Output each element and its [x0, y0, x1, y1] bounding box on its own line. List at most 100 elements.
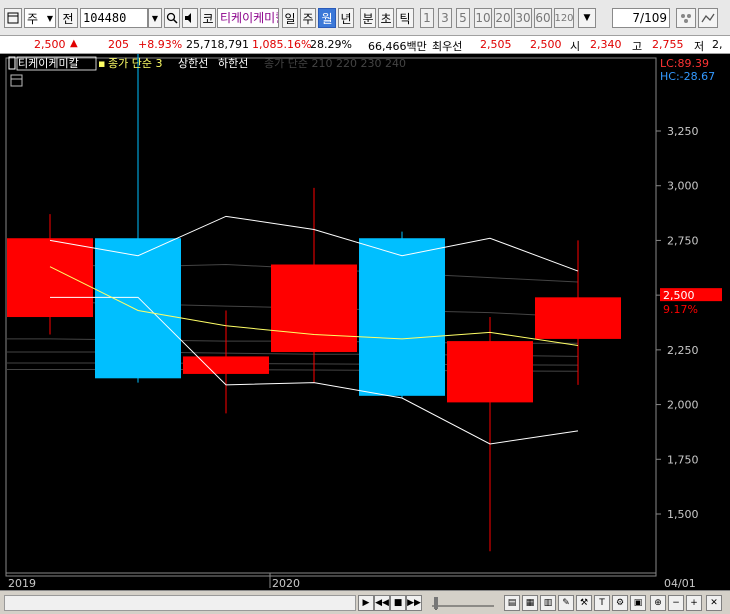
stock-code-input[interactable]: 104480 — [80, 8, 148, 28]
speaker-icon[interactable] — [182, 8, 198, 28]
lc-value: LC:89.39 — [660, 57, 709, 70]
legend-ma-label: 종가 단순 3 — [108, 57, 162, 70]
layout-icon[interactable]: ▦ — [522, 595, 538, 611]
interval-60[interactable]: 60 — [534, 8, 552, 28]
page-total: /109 — [640, 11, 667, 25]
page-value: 7 — [632, 11, 641, 25]
candle-body — [95, 238, 181, 379]
grid-icon[interactable]: ▥ — [540, 595, 556, 611]
tool-icon[interactable]: ⚒ — [576, 595, 592, 611]
candle-body — [447, 341, 533, 403]
interval-10[interactable]: 10 — [474, 8, 492, 28]
zoom-icon[interactable]: ⊕ — [650, 595, 666, 611]
volume: 25,718,791 — [186, 38, 249, 51]
interval-20[interactable]: 20 — [494, 8, 512, 28]
high-label: 고 — [632, 40, 643, 53]
interval-1[interactable]: 1 — [420, 8, 434, 28]
y-tick-label: 3,000 — [667, 180, 699, 193]
candlestick-chart[interactable]: 1,500 1,750 2,000 2,250 2,500 2,750 3,000 3,250… — [0, 43, 730, 590]
legend-lower: 하한선 — [218, 56, 248, 70]
code-button[interactable]: 코 — [200, 8, 216, 28]
turnover: 28.29% — [310, 38, 352, 51]
open-price: 2,340 — [590, 38, 622, 51]
stock-name-field: 티케이케미칼 — [217, 8, 279, 28]
candle-body — [183, 356, 269, 374]
current-pct-label: 9.17% — [663, 303, 698, 316]
candle-body — [7, 238, 93, 318]
page-counter[interactable]: 7 /109 — [612, 8, 670, 28]
draw-icon[interactable]: ✎ — [558, 595, 574, 611]
tab-day[interactable]: 일 — [282, 8, 298, 28]
legend-ma-grey: 종가 단순 210 220 230 240 — [264, 57, 406, 70]
interval-30[interactable]: 30 — [514, 8, 532, 28]
stop-icon[interactable]: ■ — [390, 595, 406, 611]
x-tick-label: 2020 — [272, 577, 300, 590]
search-icon[interactable] — [164, 8, 180, 28]
up-arrow-icon: ▲ — [70, 38, 78, 49]
chevron-down-icon[interactable]: ▼ — [148, 8, 162, 28]
scroll-start-icon[interactable]: ▶ — [358, 595, 374, 611]
tab-minute[interactable]: 분 — [360, 8, 376, 28]
candle-body — [535, 297, 621, 339]
interval-5[interactable]: 5 — [456, 8, 470, 28]
minus-icon[interactable]: − — [668, 595, 684, 611]
tab-month[interactable]: 월 — [318, 8, 336, 28]
open-label: 시 — [570, 40, 581, 53]
crosshair-icon[interactable] — [676, 8, 696, 28]
y-tick-label: 2,750 — [667, 234, 699, 247]
x-tick-label: 04/01 — [664, 577, 696, 590]
change-pct: +8.93% — [138, 38, 183, 51]
candle-body — [359, 238, 445, 396]
layout-icon[interactable] — [4, 8, 22, 28]
quote-bar: 2,500 ▲ 205 +8.93% 25,718,791 1,085.16% … — [0, 36, 730, 54]
scrollbar-track[interactable] — [4, 595, 356, 611]
current-price-label: 2,500 — [663, 289, 695, 302]
settings-icon[interactable]: ⚙ — [612, 595, 628, 611]
y-tick-label: 1,500 — [667, 508, 699, 521]
legend-ma: ▪ — [98, 57, 105, 70]
hc-value: HC:-28.67 — [660, 70, 715, 83]
calculator-icon[interactable] — [10, 74, 23, 87]
chart-area[interactable]: 1,500 1,750 2,000 2,250 2,500 2,750 3,000 3,250… — [0, 43, 730, 590]
trend-line-icon[interactable] — [698, 8, 718, 28]
y-tick-label: 1,750 — [667, 453, 699, 466]
period-type-value: 주 — [27, 11, 39, 26]
ask-price: 2,505 — [480, 38, 512, 51]
x-tick-label: 2019 — [8, 577, 36, 590]
chart-toolbar: 주 ▼ 전 104480 ▼ 코 티케이케미칼 일 주 월 년 분 초 틱 1 … — [0, 0, 730, 36]
interval-3[interactable]: 3 — [438, 8, 452, 28]
legend-marker — [8, 56, 16, 70]
scroll-back-icon[interactable]: ◀◀ — [374, 595, 390, 611]
chevron-down-icon: ▼ — [46, 13, 53, 23]
tab-year[interactable]: 년 — [338, 8, 354, 28]
chart-icon[interactable]: ▤ — [504, 595, 520, 611]
low-price: 2, — [712, 38, 723, 51]
bottom-toolbar: ▶ ◀◀ ■ ▶▶ ▤ ▦ ▥ ✎ ⚒ T ⚙ ▣ ⊕ − + ✕ — [0, 590, 730, 614]
tab-second[interactable]: 초 — [378, 8, 394, 28]
bid-label: 최우선 — [432, 40, 463, 53]
bid-price: 2,500 — [530, 38, 562, 51]
current-price: 2,500 — [34, 38, 66, 51]
y-tick-label: 3,250 — [667, 125, 699, 138]
legend-stock-name: 티케이케미칼 — [18, 57, 79, 70]
plus-icon[interactable]: + — [686, 595, 702, 611]
y-tick-label: 2,000 — [667, 399, 699, 412]
period-type-select[interactable]: 주 ▼ — [24, 8, 56, 28]
close-icon[interactable]: ✕ — [706, 595, 722, 611]
tab-tick[interactable]: 틱 — [396, 8, 414, 28]
trade-amount: 66,466백만 — [368, 40, 427, 53]
chevron-down-icon[interactable]: ▼ — [578, 8, 596, 28]
zoom-slider[interactable] — [428, 595, 498, 611]
volume-ratio: 1,085.16% — [252, 38, 312, 51]
y-tick-label: 2,250 — [667, 344, 699, 357]
low-label: 저 — [694, 40, 705, 53]
prev-button[interactable]: 전 — [58, 8, 78, 28]
change-amount: 205 — [108, 38, 129, 51]
scroll-forward-icon[interactable]: ▶▶ — [406, 595, 422, 611]
interval-120[interactable]: 120 — [554, 8, 574, 28]
legend-upper: 상한선 — [178, 57, 208, 70]
tab-week[interactable]: 주 — [300, 8, 316, 28]
high-price: 2,755 — [652, 38, 684, 51]
text-icon[interactable]: T — [594, 595, 610, 611]
image-icon[interactable]: ▣ — [630, 595, 646, 611]
